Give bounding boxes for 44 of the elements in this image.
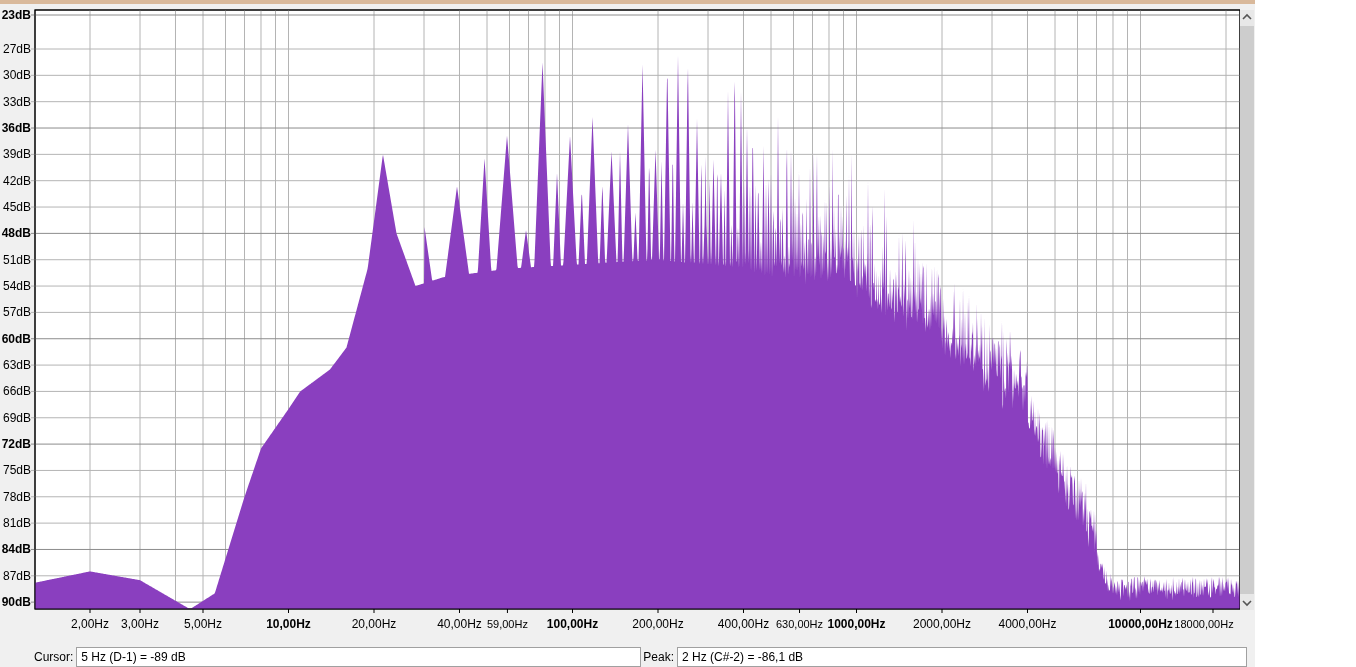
axis-label: 81dB: [2, 516, 31, 531]
axis-label: 57dB: [2, 305, 31, 320]
axis-label: 30dB: [2, 68, 31, 83]
axis-label: 10000,00Hz: [1108, 617, 1173, 631]
axis-label: 1000,00Hz: [827, 617, 886, 631]
scrollbar[interactable]: [1240, 10, 1254, 610]
axis-label: 63dB: [2, 358, 31, 373]
axis-label: 51dB: [2, 252, 31, 267]
axis-label: 75dB: [2, 463, 31, 478]
axis-label: 69dB: [2, 410, 31, 425]
axis-label: 2,00Hz: [71, 617, 109, 631]
axis-label: 3,00Hz: [121, 617, 160, 631]
cursor-label: Cursor:: [34, 650, 74, 664]
axis-label: 72dB: [1, 437, 31, 452]
axis-label: 200,00Hz: [632, 617, 684, 631]
axis-label: 20,00Hz: [351, 617, 397, 631]
peak-label: Peak:: [643, 650, 675, 664]
axis-label: 42dB: [2, 173, 31, 188]
axis-label: 4000,00Hz: [998, 617, 1057, 631]
axis-label: 90dB: [1, 595, 31, 610]
axis-label: 18000,00Hz: [1174, 618, 1234, 630]
axis-label: 10,00Hz: [266, 617, 311, 631]
axis-label: 36dB: [1, 121, 31, 135]
axis-label: 48dB: [1, 226, 31, 241]
axis-label: 78dB: [2, 489, 31, 504]
peak-field[interactable]: 2 Hz (C#-2) = -86,1 dB: [677, 647, 1248, 667]
axis-label: 40,00Hz: [437, 617, 482, 631]
cursor-field[interactable]: 5 Hz (D-1) = -89 dB: [76, 647, 642, 667]
axis-label: 33dB: [2, 94, 31, 109]
axis-label: 5,00Hz: [184, 617, 223, 631]
axis-label: 54dB: [2, 279, 31, 294]
axis-label: 2000,00Hz: [913, 617, 971, 631]
axis-label: 60dB: [1, 331, 31, 346]
axis-label: 27dB: [2, 42, 31, 56]
axis-label: 66dB: [2, 384, 31, 399]
axis-label: 100,00Hz: [546, 617, 599, 631]
axis-label: 45dB: [2, 200, 31, 215]
axis-label: 630,00Hz: [775, 618, 824, 630]
axis-label: 39dB: [2, 147, 31, 162]
axis-label: 87dB: [2, 568, 31, 583]
axis-label: 59,00Hz: [486, 618, 528, 630]
axis-label: 23dB: [1, 8, 31, 22]
axis-label: 84dB: [1, 542, 31, 557]
axis-label: 400,00Hz: [717, 617, 770, 631]
